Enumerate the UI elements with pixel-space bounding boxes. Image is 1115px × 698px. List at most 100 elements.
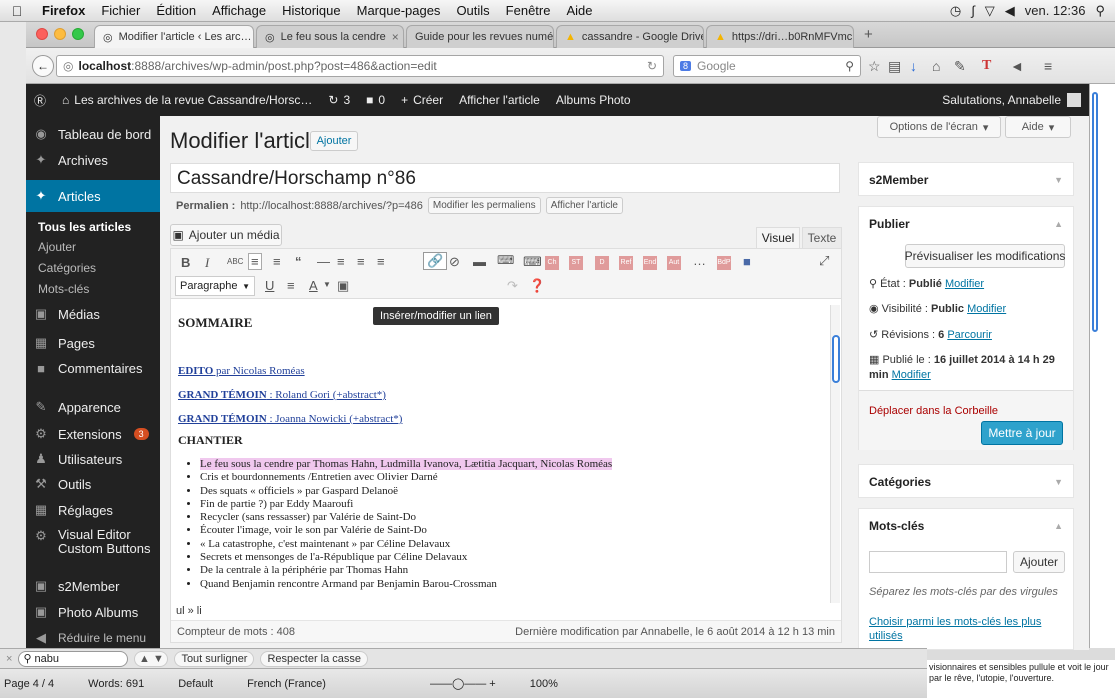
url-bar[interactable]: ◎ localhost:8888/archives/wp-admin/post.… [56,55,664,77]
tab[interactable]: Guide pour les revues numéri…× [406,25,554,48]
menu-aide[interactable]: Aide [558,3,600,18]
screen-options-button[interactable]: Options de l'écran ▾ [877,116,1001,138]
spotlight-icon[interactable]: ⚲ [1095,3,1105,19]
add-tag-button[interactable]: Ajouter [1013,551,1065,573]
chevron-up-icon[interactable]: ▲ [1054,521,1063,531]
add-media-button[interactable]: ▣ Ajouter un média [170,224,282,246]
menu-articles[interactable]: ✦ Articles [26,180,160,212]
home-icon[interactable]: ⌂ [932,58,940,74]
editor-scrollbar[interactable] [830,305,840,603]
wordpress-logo-icon[interactable]: Ⓡ [26,92,54,109]
fullscreen-icon[interactable]: ⤢ [819,253,829,269]
custom-button-ref[interactable]: Ref [619,256,633,270]
menu-fichier[interactable]: Fichier [93,3,148,18]
hamburger-menu-icon[interactable]: ≡ [1044,58,1052,74]
match-case-button[interactable]: Respecter la casse [260,650,369,667]
unlink-button[interactable]: ⊘ [449,254,460,270]
format-select[interactable]: Paragraphe ▼ [175,276,255,296]
browse-revisions-link[interactable]: Parcourir [947,329,992,341]
apple-icon[interactable]:  [0,3,34,19]
edit-permalink-button[interactable]: Modifier les permaliens [427,197,541,214]
choose-tags-link[interactable]: Choisir parmi les mots-clés les plus uti… [869,615,1065,643]
menu-settings[interactable]: ▦ Réglages [26,502,160,518]
preview-changes-button[interactable]: Prévisualiser les modifications [905,244,1065,268]
volume-icon[interactable]: ◀ [1005,3,1015,19]
menu-affichage[interactable]: Affichage [204,3,274,18]
blockquote-button[interactable]: “ [295,254,302,269]
admin-bar-comments[interactable]: ■ 0 [358,93,393,107]
time-machine-icon[interactable]: ◷ [950,3,961,19]
tab[interactable]: ◎ Le feu sous la cendre × [256,25,404,48]
bullet-list-button[interactable]: ≡ [248,253,262,270]
close-find-icon[interactable]: × [6,653,12,665]
grand-temoin-link[interactable]: GRAND TÉMOIN [178,413,267,425]
help-circle-icon[interactable]: ❓ [529,278,545,294]
highlight-all-button[interactable]: Tout surligner [174,650,255,667]
tab-active[interactable]: ◎Modifier l'article ‹ Les arc…× [94,25,254,48]
more-tag-button[interactable]: ▬ [473,254,486,269]
tag-input[interactable] [869,551,1007,573]
clock[interactable]: ven. 12:36 [1025,3,1086,18]
menu-marque-pages[interactable]: Marque-pages [349,3,449,18]
menu-app-name[interactable]: Firefox [34,3,93,18]
bookmarks-icon[interactable]: ▤ [888,58,901,75]
edit-status-link[interactable]: Modifier [945,278,984,290]
paste-text-icon[interactable]: ▣ [337,278,349,294]
align-center-button[interactable]: ≡ [357,254,365,269]
scrollbar-thumb[interactable] [832,335,840,383]
menu-archives[interactable]: ✦ Archives [26,152,160,168]
custom-button-ch[interactable]: Ch [545,256,559,270]
zoom-window-button[interactable] [72,28,84,40]
menu-photo-albums[interactable]: ▣ Photo Albums [26,604,160,620]
editor-content[interactable]: SOMMAIRE EDITO par Nicolas Roméas GRAND … [178,311,828,601]
custom-button-st[interactable]: ST [569,256,583,270]
menu-pages[interactable]: ▦ Pages [26,335,160,351]
edit-date-link[interactable]: Modifier [892,369,931,381]
find-input[interactable]: ⚲ nabu [18,650,129,667]
horizontal-line-button[interactable]: — [317,254,330,269]
find-prev-next-buttons[interactable]: ▲ ▼ [134,650,169,667]
chevron-down-icon[interactable]: ▼ [1054,477,1063,487]
link-button[interactable]: 🔗 [423,252,448,270]
menu-visual-editor-buttons[interactable]: ⚙ Visual Editor Custom Buttons [26,528,160,556]
custom-button-d[interactable]: D [595,256,609,270]
underline-button[interactable]: U [265,278,274,293]
zoom-slider[interactable]: ——◯—— + [430,677,496,690]
redo-icon[interactable]: ↷ [507,278,518,294]
tab[interactable]: ▲https://dri…b0RnMFVmcFU× [706,25,854,48]
pen-icon[interactable]: ✎ [954,58,966,75]
admin-bar-view-post[interactable]: Afficher l'article [451,93,548,107]
wifi-icon[interactable]: ▽ [985,3,995,19]
admin-bar-updates[interactable]: ↻ 3 [320,93,358,107]
chevron-down-icon[interactable]: ▼ [323,280,331,289]
menu-s2member[interactable]: ▣ s2Member [26,578,160,594]
addon-t-icon[interactable]: T [982,58,991,74]
menu-extensions[interactable]: ⚙ Extensions 3 [26,426,160,442]
menu-appearance[interactable]: ✎ Apparence [26,399,160,415]
clean-icon[interactable]: ⌨ [523,254,542,270]
menu-fenetre[interactable]: Fenêtre [498,3,559,18]
close-tab-icon[interactable]: × [392,30,399,44]
search-icon[interactable]: ⚲ [845,59,854,73]
browser-scrollbar[interactable] [1089,84,1115,648]
menu-historique[interactable]: Historique [274,3,349,18]
addon-icon[interactable]: ◄ [1010,58,1024,74]
reload-icon[interactable]: ↻ [647,59,657,73]
new-tab-button[interactable]: + [864,26,873,43]
chevron-up-icon[interactable]: ▲ [1054,219,1063,229]
edit-visibility-link[interactable]: Modifier [967,303,1006,315]
submenu-all-posts[interactable]: Tous les articles [38,220,131,234]
bookmark-star-icon[interactable]: ☆ [868,58,881,75]
menu-medias[interactable]: ▣ Médias [26,306,160,322]
menu-comments[interactable]: ■ Commentaires [26,361,160,376]
submenu-tags[interactable]: Mots-clés [38,282,89,296]
close-window-button[interactable] [36,28,48,40]
help-button[interactable]: Aide ▾ [1005,116,1071,138]
align-left-button[interactable]: ≡ [337,254,345,269]
media-insert-icon[interactable]: ■ [743,254,751,269]
post-title-input[interactable]: Cassandre/Horschamp n°86 [170,163,840,193]
admin-bar-site[interactable]: ⌂ Les archives de la revue Cassandre/Hors… [54,93,320,107]
grand-temoin-link[interactable]: GRAND TÉMOIN [178,389,267,401]
admin-bar-albums[interactable]: Albums Photo [548,93,639,107]
italic-button[interactable]: I [205,255,209,271]
